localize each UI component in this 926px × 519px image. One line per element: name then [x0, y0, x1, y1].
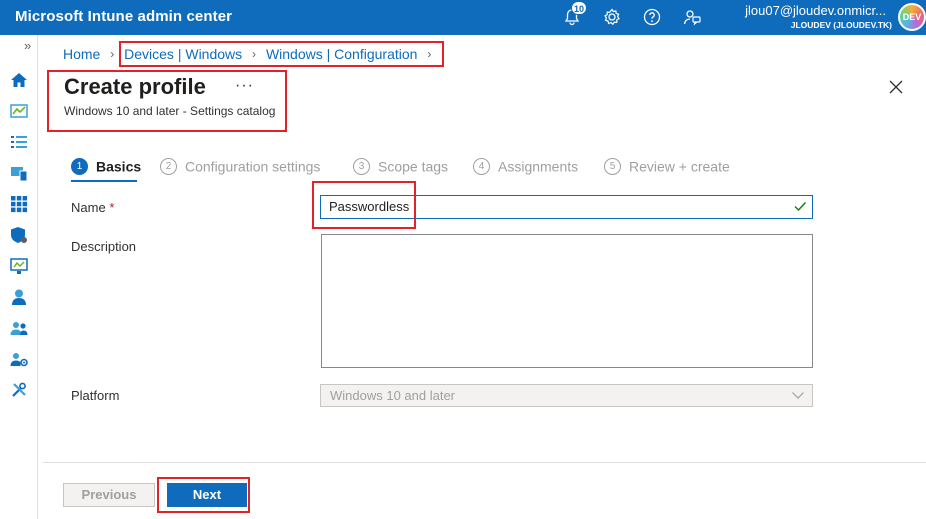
step-review-create[interactable]: 5 Review + create [604, 157, 730, 177]
step-label: Assignments [498, 158, 579, 175]
expand-nav-icon[interactable]: » [24, 38, 31, 53]
step-assignments[interactable]: 4 Assignments [473, 157, 578, 177]
chevron-right-icon: › [110, 47, 115, 62]
step-number: 5 [604, 157, 621, 175]
step-number: 3 [353, 157, 370, 175]
description-textarea[interactable] [321, 234, 813, 368]
description-label: Description [71, 239, 137, 254]
footer-divider [43, 462, 926, 463]
annotation-highlight-name [312, 181, 416, 229]
annotation-highlight-next [157, 477, 250, 513]
step-label: Scope tags [378, 158, 449, 175]
chevron-down-icon [792, 392, 804, 399]
step-number: 2 [160, 157, 177, 175]
step-configuration-settings[interactable]: 2 Configuration settings [160, 157, 320, 177]
platform-select[interactable]: Windows 10 and later [320, 384, 813, 407]
tenant-admin-icon[interactable] [9, 349, 29, 369]
active-step-indicator [71, 180, 137, 182]
user-email[interactable]: jlou07@jloudev.onmicr... [745, 3, 886, 18]
previous-button[interactable]: Previous [63, 483, 155, 507]
gear-icon[interactable] [602, 7, 622, 27]
annotation-highlight-title [47, 70, 287, 132]
reports-icon[interactable] [9, 256, 29, 276]
step-basics[interactable]: 1 Basics [71, 157, 141, 177]
endpoint-security-icon[interactable] [9, 225, 29, 245]
step-scope-tags[interactable]: 3 Scope tags [353, 157, 448, 177]
breadcrumb-home[interactable]: Home [63, 46, 100, 62]
name-label-text: Name [71, 200, 106, 215]
step-number: 4 [473, 157, 490, 175]
close-icon[interactable] [886, 77, 906, 97]
devices-icon[interactable] [9, 163, 29, 183]
step-label: Configuration settings [185, 158, 321, 175]
all-services-icon[interactable] [9, 132, 29, 152]
home-icon[interactable] [9, 70, 29, 90]
top-bar: Microsoft Intune admin center 10 jlou07@… [0, 0, 926, 35]
apps-icon[interactable] [9, 194, 29, 214]
users-icon[interactable] [9, 287, 29, 307]
platform-label: Platform [71, 388, 120, 403]
troubleshooting-icon[interactable] [9, 380, 29, 400]
step-number: 1 [71, 157, 88, 175]
feedback-icon[interactable] [682, 7, 702, 27]
required-marker: * [109, 200, 115, 215]
avatar[interactable]: DEV [898, 3, 926, 31]
help-icon[interactable] [642, 7, 662, 27]
left-nav-rail: » [0, 35, 38, 519]
annotation-highlight-breadcrumb [119, 41, 444, 67]
user-tenant[interactable]: JLOUDEV (JLOUDEV.TK) [791, 20, 892, 30]
name-label: Name * [71, 200, 114, 215]
checkmark-icon [794, 202, 807, 212]
groups-icon[interactable] [9, 318, 29, 338]
notification-badge: 10 [571, 1, 588, 15]
app-title[interactable]: Microsoft Intune admin center [15, 8, 232, 25]
step-label: Basics [96, 158, 142, 175]
step-label: Review + create [629, 158, 730, 175]
dashboard-icon[interactable] [9, 101, 29, 121]
